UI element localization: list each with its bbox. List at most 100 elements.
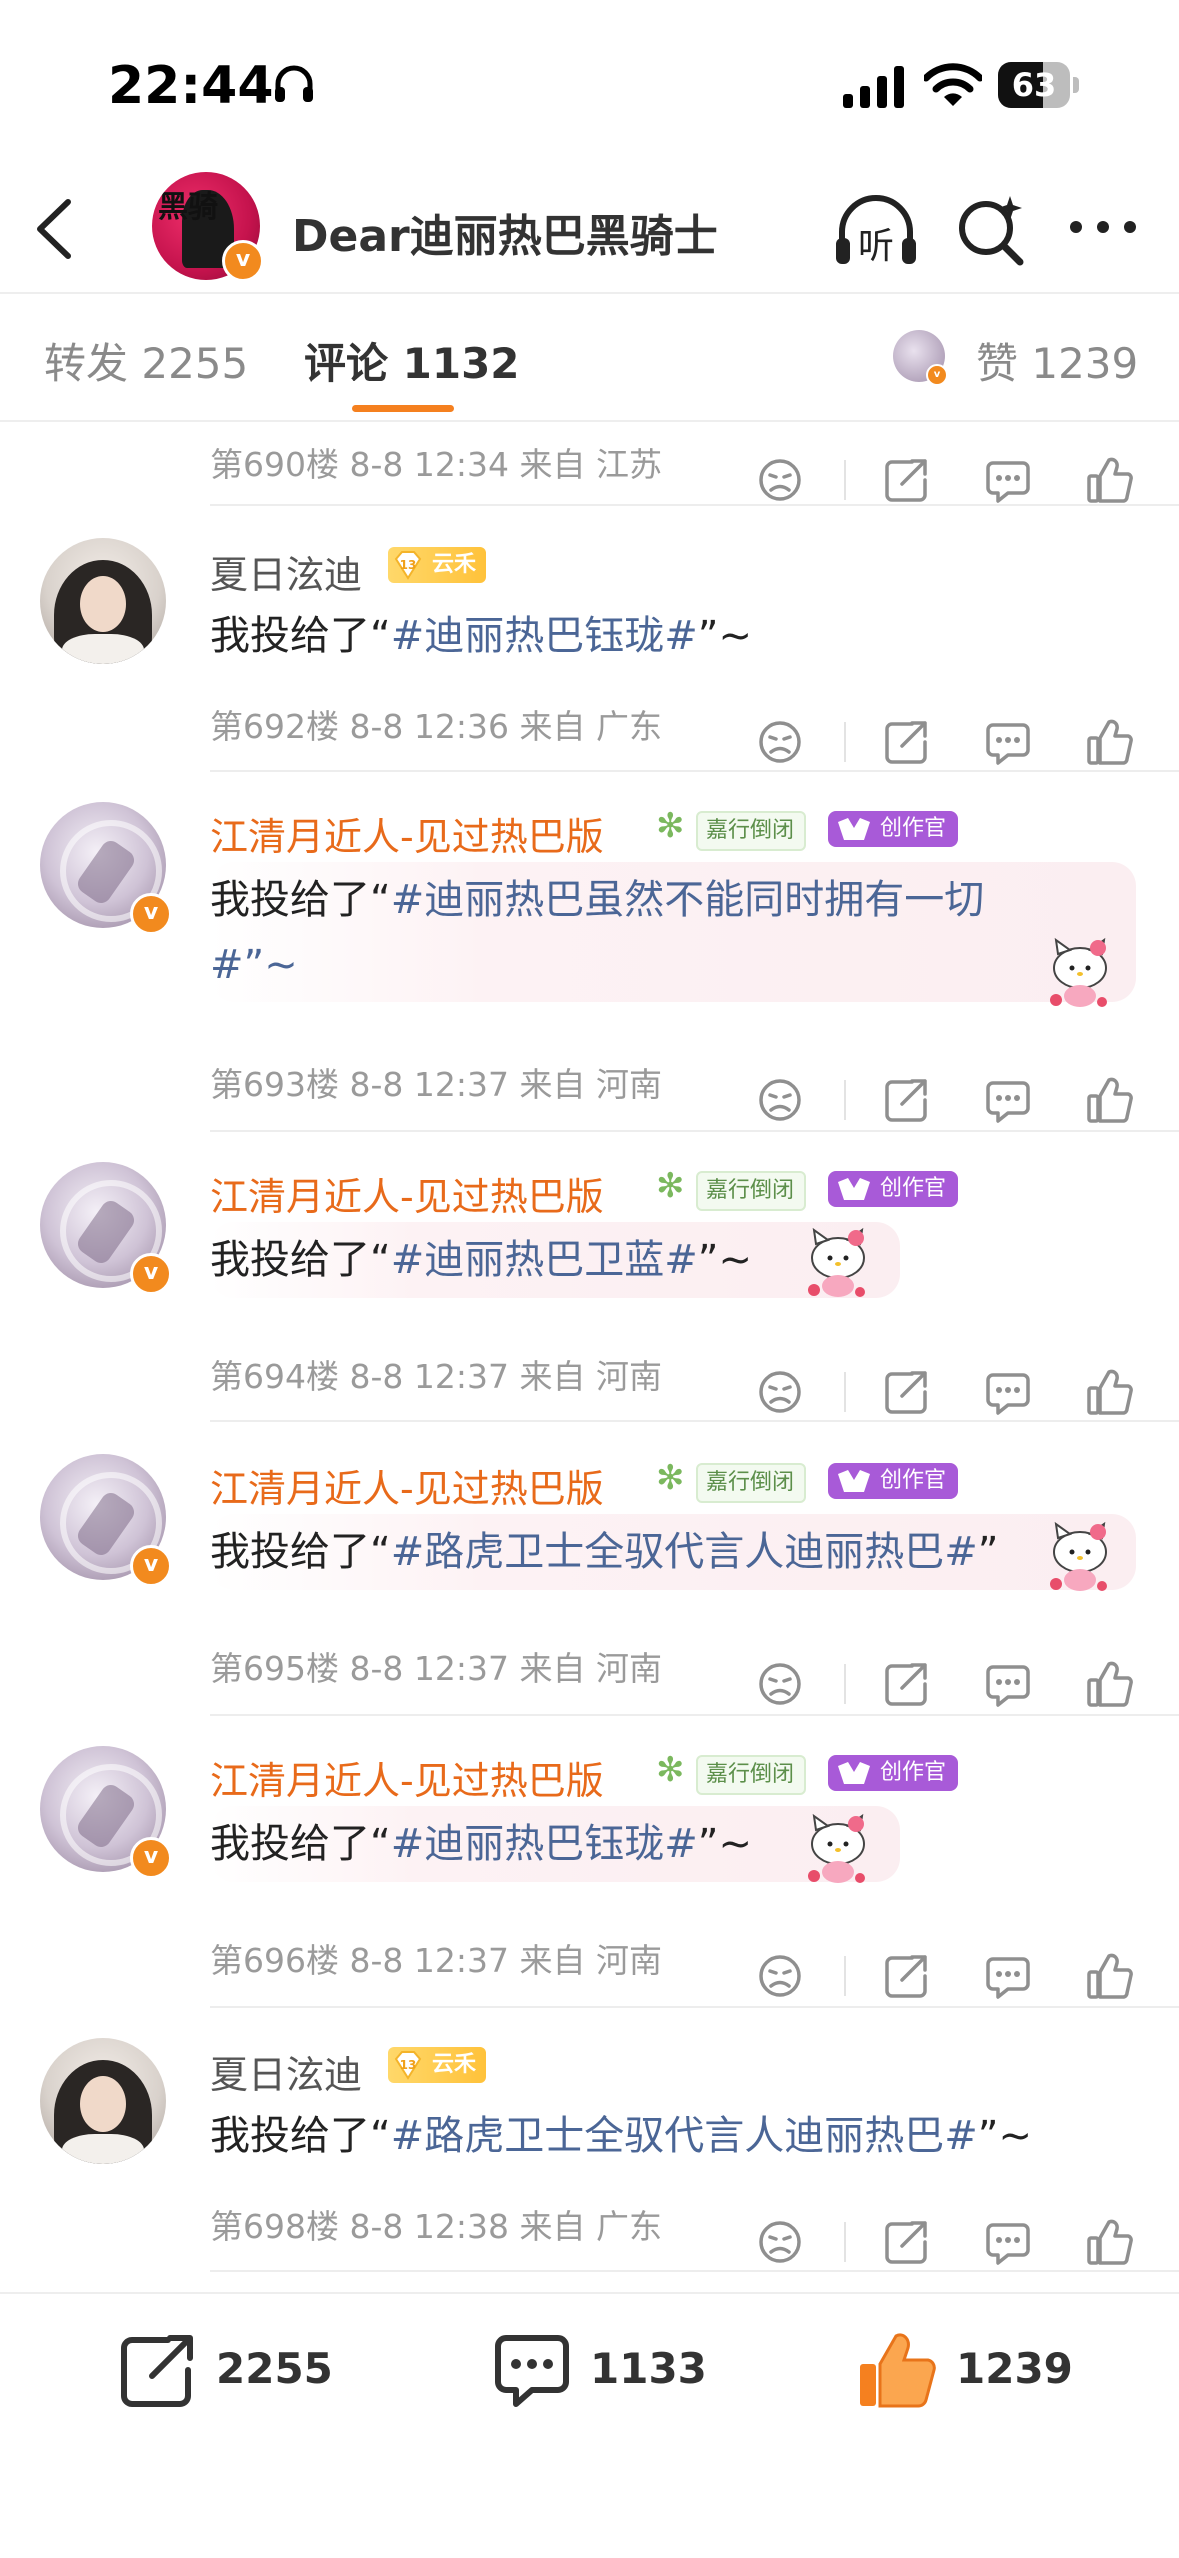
creator-badge[interactable]: 创作官 [828,1755,959,1791]
floor-number: 第698楼 [210,2207,339,2246]
fan-badge-text: 云禾 [432,552,477,577]
comment-icon[interactable] [984,2218,1032,2266]
dislike-icon[interactable] [756,1076,804,1124]
creator-badge-text: 创作官 [880,1468,947,1493]
username[interactable]: 江清月近人-见过热巴版 [210,806,604,861]
more-icon[interactable] [1068,216,1138,238]
dislike-icon[interactable] [756,1952,804,2000]
comment-icon[interactable] [984,1660,1032,1708]
share-icon[interactable] [882,1368,930,1416]
creator-icon [838,1470,870,1492]
comment-text: 我投给了“#迪丽热巴卫蓝#”~ [210,1237,753,1283]
comment-icon[interactable] [492,2330,572,2410]
comment-icon[interactable] [984,1076,1032,1124]
tabs-divider [0,420,1179,422]
fan-level-badge[interactable]: 13 云禾 [388,2047,487,2083]
dislike-icon[interactable] [756,456,804,504]
username[interactable]: 夏日泫迪 [210,544,362,599]
comment-icon[interactable] [984,456,1032,504]
fan-group-badge[interactable]: 嘉行倒闭 [696,1463,807,1503]
creator-badge-text: 创作官 [880,1760,947,1785]
dislike-icon[interactable] [756,718,804,766]
hello-kitty-sticker-icon [800,1810,876,1886]
comment-icon[interactable] [984,718,1032,766]
topic-link[interactable]: #路虎卫士全驭代言人迪丽热巴# [391,2113,978,2159]
comment-count[interactable]: 1133 [590,2344,707,2393]
comment-icon[interactable] [984,1952,1032,2000]
comment-meta: 第692楼 8-8 12:36 来自 广东 [210,700,662,748]
topic-link[interactable]: #迪丽热巴虽然不能同时拥有一切 [391,877,985,923]
username[interactable]: 江清月近人-见过热巴版 [210,1458,604,1513]
fan-group-badge[interactable]: 嘉行倒闭 [696,1755,807,1795]
action-separator [844,1664,846,1704]
repost-icon[interactable] [118,2330,198,2410]
like-icon[interactable] [1086,1368,1134,1416]
creator-badge[interactable]: 创作官 [828,1463,959,1499]
fan-badge-text: 云禾 [432,2052,477,2077]
creator-badge[interactable]: 创作官 [828,811,959,847]
comment-time: 8-8 12:34 [349,445,510,484]
comment-divider [210,2006,1179,2008]
avatar[interactable] [40,2038,166,2164]
floor-number: 第694楼 [210,1357,339,1396]
creator-icon [838,1762,870,1784]
share-icon[interactable] [882,718,930,766]
topic-link[interactable]: #路虎卫士全驭代言人迪丽热巴# [391,1529,978,1575]
comment-text-line2: #”~ [210,942,298,988]
dislike-icon[interactable] [756,1368,804,1416]
action-separator [844,1372,846,1412]
like-count[interactable]: 1239 [956,2344,1073,2393]
verified-badge-icon: v [130,1545,172,1587]
like-icon[interactable] [1086,718,1134,766]
topic-link[interactable]: #迪丽热巴钰珑# [391,613,698,659]
dislike-icon[interactable] [756,1660,804,1708]
share-icon[interactable] [882,1076,930,1124]
tab-repost[interactable]: 转发 2255 [44,330,248,391]
floor-number: 第696楼 [210,1941,339,1980]
username[interactable]: 江清月近人-见过热巴版 [210,1166,604,1221]
comment-location: 来自 广东 [519,707,663,746]
share-icon[interactable] [882,1952,930,2000]
snowflake-icon: ✻ [656,1166,685,1206]
comment-location: 来自 河南 [519,1357,663,1396]
verified-badge-icon: v [222,240,264,282]
header-divider [0,292,1179,294]
share-icon[interactable] [882,456,930,504]
page-title[interactable]: Dear迪丽热巴黑骑士 [292,200,718,264]
share-icon[interactable] [882,1660,930,1708]
username[interactable]: 夏日泫迪 [210,2044,362,2099]
repost-count[interactable]: 2255 [216,2344,333,2393]
fan-group-badge[interactable]: 嘉行倒闭 [696,811,807,851]
dislike-icon[interactable] [756,2218,804,2266]
avatar[interactable] [40,538,166,664]
tab-comments[interactable]: 评论 1132 [304,330,520,391]
username[interactable]: 江清月近人-见过热巴版 [210,1750,604,1805]
like-icon[interactable] [1086,1076,1134,1124]
share-icon[interactable] [882,2218,930,2266]
comment-icon[interactable] [984,1368,1032,1416]
comment-location: 来自 广东 [519,2207,663,2246]
like-icon[interactable] [1086,1660,1134,1708]
diamond-icon: 13 [394,551,422,580]
creator-badge[interactable]: 创作官 [828,1171,959,1207]
back-icon[interactable] [30,196,80,262]
like-icon[interactable] [1086,456,1134,504]
listen-icon[interactable]: 听 [832,192,920,272]
tab-likes[interactable]: 赞 1239 [976,330,1138,391]
comment-meta: 第693楼 8-8 12:37 来自 河南 [210,1058,662,1106]
action-separator [844,2222,846,2262]
topic-link[interactable]: #迪丽热巴钰珑# [391,1821,698,1867]
fan-group-badge[interactable]: 嘉行倒闭 [696,1171,807,1211]
like-icon[interactable] [856,2330,938,2410]
like-icon[interactable] [1086,1952,1134,2000]
like-icon[interactable] [1086,2218,1134,2266]
comment-time: 8-8 12:37 [349,1941,510,1980]
comment-time: 8-8 12:37 [349,1065,510,1104]
hello-kitty-sticker-icon [1042,1518,1118,1594]
status-bar: 22:44 63 [0,0,1179,170]
comment-meta: 第696楼 8-8 12:37 来自 河南 [210,1934,662,1982]
comment-divider [210,1420,1179,1422]
fan-level-badge[interactable]: 13 云禾 [388,547,487,583]
topic-link[interactable]: #迪丽热巴卫蓝# [391,1237,698,1283]
search-icon[interactable] [956,192,1026,268]
